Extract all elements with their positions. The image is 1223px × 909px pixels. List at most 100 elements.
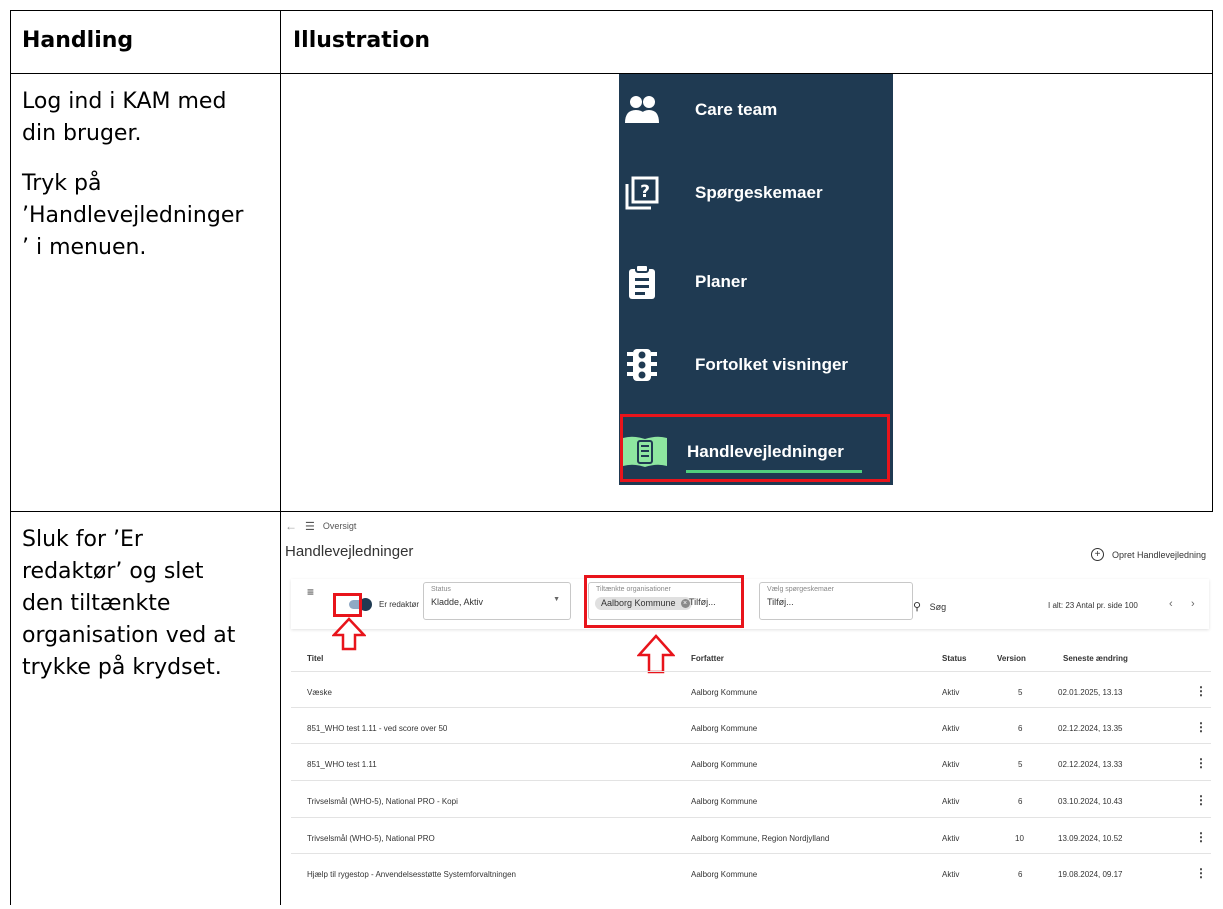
more-options-icon[interactable]: ⋮ (1195, 756, 1207, 770)
row-divider (291, 707, 1211, 708)
page-title: Handlevejledninger (285, 543, 414, 560)
row1-instructions: Log ind i KAM med din bruger. Tryk på ’H… (22, 86, 272, 264)
more-options-icon[interactable]: ⋮ (1195, 830, 1207, 844)
header-divider (291, 671, 1211, 672)
header-action: Handling (22, 28, 134, 53)
search-label: Søg (929, 602, 947, 612)
status-select[interactable]: Status Kladde, Aktiv ▼ (423, 582, 571, 620)
cell-author: Aalborg Kommune, Region Nordjylland (691, 834, 830, 843)
cell-status: Aktiv (942, 724, 960, 733)
traffic-light-icon (625, 348, 659, 382)
questionnaire-placeholder: Tilføj... (767, 597, 794, 607)
search-icon: ⚲ (913, 601, 922, 613)
row-divider (291, 817, 1211, 818)
row2-line: organisation ved at (22, 623, 236, 648)
header-illustration: Illustration (293, 28, 431, 53)
row-divider (291, 743, 1211, 744)
clipboard-icon (625, 264, 659, 299)
cell-changed: 02.12.2024, 13.35 (1058, 724, 1123, 733)
row2-line: den tiltænkte (22, 591, 171, 616)
cell-title: Væske (307, 688, 332, 697)
status-label: Status (431, 586, 451, 593)
menu-item-care-team[interactable]: Care team (619, 80, 893, 140)
cell-title: 851_WHO test 1.11 (307, 760, 377, 769)
create-guide-button[interactable]: + Opret Handlevejledning (1091, 548, 1206, 561)
more-options-icon[interactable]: ⋮ (1195, 866, 1207, 880)
people-icon (625, 93, 659, 127)
row1-line: ’ i menuen. (22, 235, 147, 260)
cell-changed: 13.09.2024, 10.52 (1058, 834, 1123, 843)
column-header-changed[interactable]: Seneste ændring (1063, 654, 1128, 663)
filter-icon[interactable]: ≡ (307, 585, 314, 599)
row-divider (291, 853, 1211, 854)
menu-label: Spørgeskemaer (695, 183, 823, 202)
more-options-icon[interactable]: ⋮ (1195, 793, 1207, 807)
cell-title: 851_WHO test 1.11 - ved score over 50 (307, 724, 448, 733)
arrow-up-icon (332, 617, 366, 651)
menu-highlight-box (620, 414, 890, 482)
cell-author: Aalborg Kommune (691, 760, 758, 769)
cell-author: Aalborg Kommune (691, 724, 758, 733)
row1-paragraph1: Log ind i KAM med din bruger. (22, 89, 227, 146)
row1-paragraph2: Tryk på ’Handlevejledninger ’ i menuen. (22, 168, 272, 264)
row-divider (291, 780, 1211, 781)
cell-author: Aalborg Kommune (691, 688, 758, 697)
cell-changed: 19.08.2024, 09.17 (1058, 870, 1123, 879)
cell-changed: 02.12.2024, 13.33 (1058, 760, 1123, 769)
row2-instructions: Sluk for ’Er redaktør’ og slet den tiltæ… (22, 524, 277, 684)
cell-status: Aktiv (942, 688, 960, 697)
column-header-title[interactable]: Titel (307, 654, 323, 663)
cell-author: Aalborg Kommune (691, 870, 758, 879)
cell-changed: 02.01.2025, 13.13 (1058, 688, 1123, 697)
search-button[interactable]: ⚲ Søg (913, 600, 946, 613)
cell-version: 6 (1018, 797, 1023, 806)
toggle-highlight-box (333, 593, 362, 617)
table-left-border (10, 10, 11, 905)
row1-line: ’Handlevejledninger (22, 203, 244, 228)
filter-bar: ≡ Er redaktør Status Kladde, Aktiv ▼ Til… (291, 579, 1209, 629)
cell-title: Hjælp til rygestop - Anvendelsesstøtte S… (307, 870, 516, 879)
organisation-highlight-box (584, 575, 744, 628)
row2-line: trykke på krydset. (22, 655, 222, 680)
row2-line: redaktør’ og slet (22, 559, 204, 584)
column-header-status[interactable]: Status (942, 654, 966, 663)
cell-version: 5 (1018, 688, 1023, 697)
breadcrumb: ← ☰ Oversigt (285, 519, 356, 533)
cell-status: Aktiv (942, 870, 960, 879)
more-options-icon[interactable]: ⋮ (1195, 720, 1207, 734)
arrow-up-icon (637, 634, 675, 674)
table-top-border (10, 10, 1213, 11)
row2-line: Sluk for ’Er (22, 527, 143, 552)
menu-item-plans[interactable]: Planer (619, 252, 893, 312)
table-row-divider (10, 511, 1213, 512)
table-header-divider (10, 73, 1213, 74)
cell-version: 6 (1018, 724, 1023, 733)
menu-label: Care team (695, 100, 778, 119)
add-circle-icon: + (1091, 548, 1104, 561)
pagination-info: I alt: 23 Antal pr. side 100 (1048, 601, 1138, 610)
cell-version: 6 (1018, 870, 1023, 879)
prev-page-icon[interactable]: ‹ (1169, 598, 1173, 610)
question-stack-icon: ? (625, 176, 659, 210)
column-header-author[interactable]: Forfatter (691, 654, 724, 663)
questionnaire-field[interactable]: Vælg spørgeskemaer Tilføj... (759, 582, 913, 620)
toggle-label: Er redaktør (379, 600, 420, 609)
nav-label[interactable]: Oversigt (323, 521, 357, 531)
status-value: Kladde, Aktiv (431, 597, 484, 607)
create-label: Opret Handlevejledning (1112, 549, 1207, 560)
dropdown-caret-icon: ▼ (553, 596, 560, 603)
menu-item-questionnaires[interactable]: ? Spørgeskemaer (619, 163, 893, 223)
back-arrow-icon[interactable]: ← (285, 519, 297, 533)
cell-title: Trivselsmål (WHO-5), National PRO (307, 834, 435, 843)
table-right-border (1212, 10, 1213, 512)
cell-title: Trivselsmål (WHO-5), National PRO - Kopi (307, 797, 458, 806)
list-icon: ☰ (305, 520, 315, 533)
svg-text:?: ? (640, 182, 650, 202)
cell-status: Aktiv (942, 834, 960, 843)
menu-item-interpreted-views[interactable]: Fortolket visninger (619, 335, 893, 395)
column-header-version[interactable]: Version (997, 654, 1026, 663)
menu-label: Fortolket visninger (695, 355, 849, 374)
next-page-icon[interactable]: › (1191, 598, 1195, 610)
cell-changed: 03.10.2024, 10.43 (1058, 797, 1123, 806)
more-options-icon[interactable]: ⋮ (1195, 684, 1207, 698)
